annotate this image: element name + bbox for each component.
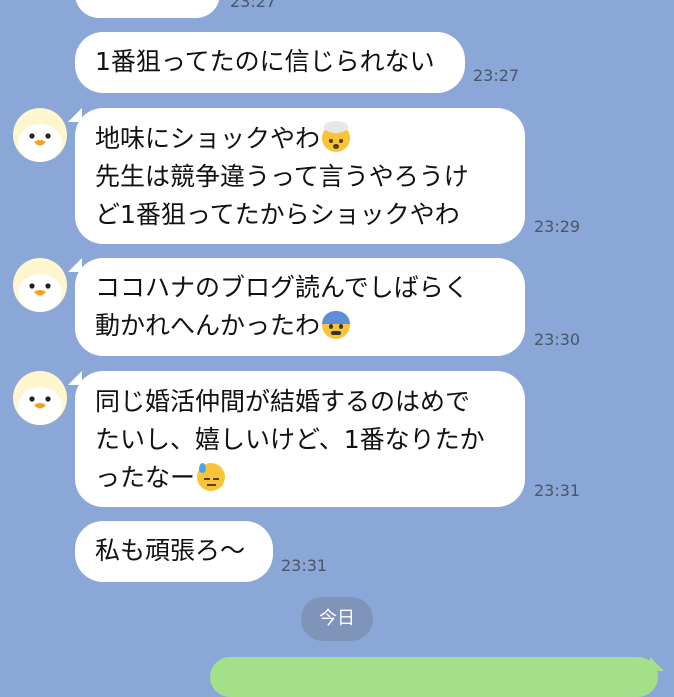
message-time: 23:31 [281, 556, 328, 575]
penguin-icon [18, 124, 62, 162]
message-text: ったなー [95, 463, 196, 492]
downcast-sweat-emoji-icon [197, 463, 226, 491]
message-time: 23:27 [230, 0, 277, 11]
message-text: 地味にショックやわ [95, 124, 321, 153]
message-time: 23:31 [534, 481, 581, 500]
message-bubble[interactable]: ココハナのブログ読んでしばらく 動かれへんかったわ [75, 258, 525, 356]
penguin-icon [18, 274, 62, 312]
message-time: 23:30 [534, 330, 581, 349]
message-text: 私も頑張ろ〜 [95, 536, 246, 565]
fearful-face-emoji-icon [322, 311, 351, 339]
message-text: 1番狙ってたのに信じられない [95, 47, 435, 76]
own-message-bubble[interactable] [210, 657, 658, 697]
message-text: 動かれへんかったわ [95, 311, 321, 340]
sender-avatar[interactable] [13, 108, 67, 162]
message-text: たいし、嬉しいけど、1番なりたか [95, 425, 485, 454]
message-text: 同じ婚活仲間が結婚するのはめで [95, 387, 471, 416]
exploding-head-emoji-icon [322, 121, 351, 152]
message-text: 先生は競争違うって言うやろうけ [95, 162, 469, 191]
message-time: 23:27 [473, 66, 520, 85]
chat-view: 23:27 1番狙ってたのに信じられない 23:27 地味にショックやわ 先生は… [0, 0, 674, 697]
message-bubble-partial[interactable] [75, 0, 220, 18]
own-bubble-tail [650, 657, 664, 671]
message-bubble[interactable]: 私も頑張ろ〜 [75, 521, 273, 582]
sender-avatar[interactable] [13, 258, 67, 312]
message-bubble[interactable]: 1番狙ってたのに信じられない [75, 32, 465, 93]
date-divider: 今日 [301, 597, 373, 641]
message-text: ど1番狙ってたからショックやわ [95, 200, 460, 229]
sender-avatar[interactable] [13, 371, 67, 425]
message-text: ココハナのブログ読んでしばらく [95, 273, 469, 302]
penguin-icon [18, 387, 62, 425]
message-bubble[interactable]: 同じ婚活仲間が結婚するのはめで たいし、嬉しいけど、1番なりたか ったなー [75, 371, 525, 507]
message-time: 23:29 [534, 217, 581, 236]
message-bubble[interactable]: 地味にショックやわ 先生は競争違うって言うやろうけ ど1番狙ってたからショックや… [75, 108, 525, 244]
